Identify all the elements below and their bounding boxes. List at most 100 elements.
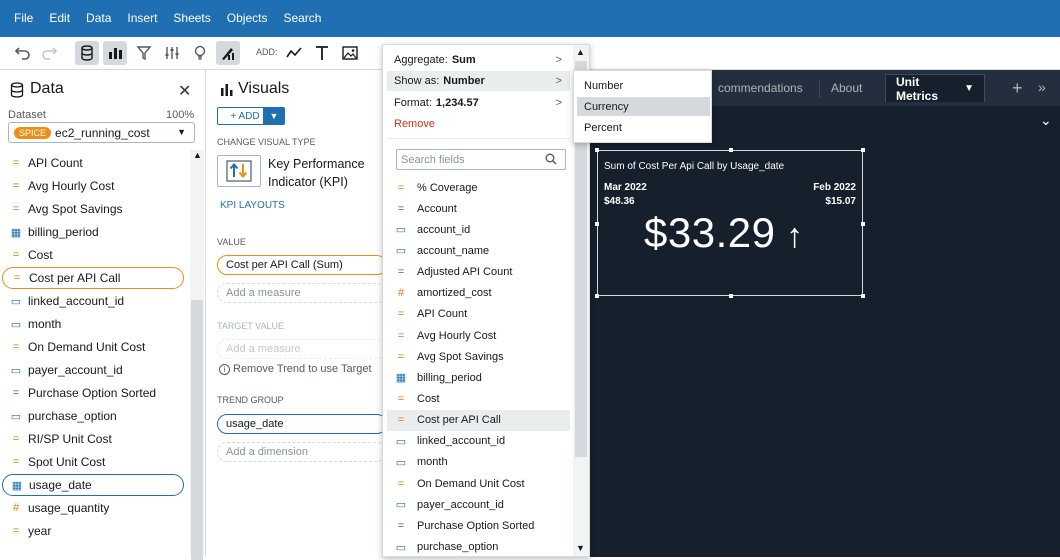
field-item[interactable]: = Avg Spot Savings bbox=[2, 198, 184, 220]
number-icon: # bbox=[397, 287, 405, 300]
add-text-icon[interactable] bbox=[310, 41, 334, 65]
scroll-up-icon[interactable]: ▲ bbox=[576, 47, 585, 57]
dataset-select[interactable]: SPICE ec2_running_cost ▼ bbox=[8, 122, 195, 143]
add-visual-dropdown-button[interactable]: ▼ bbox=[263, 107, 285, 125]
menu-show-as[interactable]: Show as: Number > bbox=[387, 71, 570, 91]
resize-handle[interactable] bbox=[861, 148, 865, 152]
show-as-option-number[interactable]: Number bbox=[577, 76, 710, 95]
menu-field-item[interactable]: ▭ purchase_option bbox=[387, 537, 570, 558]
tab-about[interactable]: About bbox=[821, 74, 872, 102]
resize-handle[interactable] bbox=[595, 222, 599, 226]
menu-edit[interactable]: Edit bbox=[41, 0, 78, 37]
menu-format[interactable]: Format: 1,234.57 > bbox=[387, 93, 570, 113]
menu-field-item[interactable]: ▭ linked_account_id bbox=[387, 431, 570, 452]
menu-field-item[interactable]: = % Coverage bbox=[387, 177, 570, 198]
field-item[interactable]: = On Demand Unit Cost bbox=[2, 336, 184, 358]
menu-field-item[interactable]: = Avg Spot Savings bbox=[387, 346, 570, 367]
field-item[interactable]: ▭ payer_account_id bbox=[2, 359, 184, 381]
menu-sheets[interactable]: Sheets bbox=[165, 0, 218, 37]
close-icon[interactable]: ✕ bbox=[178, 81, 191, 101]
add-dimension-well[interactable]: Add a dimension bbox=[217, 442, 387, 462]
field-item[interactable]: = Spot Unit Cost bbox=[2, 451, 184, 473]
field-item[interactable]: # usage_quantity bbox=[2, 497, 184, 519]
trend-field-well[interactable]: usage_date bbox=[217, 414, 387, 434]
data-panel-scrollbar[interactable]: ▲ bbox=[190, 150, 204, 560]
menu-field-item[interactable]: = Cost per API Call bbox=[387, 409, 570, 431]
insights-icon[interactable] bbox=[188, 41, 212, 65]
parameters-icon[interactable] bbox=[160, 41, 184, 65]
calendar-icon: ▦ bbox=[10, 226, 22, 239]
resize-handle[interactable] bbox=[861, 294, 865, 298]
menu-file[interactable]: File bbox=[6, 0, 41, 37]
menu-field-item[interactable]: = Adjusted API Count bbox=[387, 262, 570, 283]
tab-unit-metrics[interactable]: Unit Metrics ▼ bbox=[885, 74, 985, 103]
add-measure-well[interactable]: Add a measure bbox=[217, 283, 387, 303]
menu-objects[interactable]: Objects bbox=[219, 0, 276, 37]
kpi-layouts-link[interactable]: KPI LAYOUTS bbox=[220, 200, 285, 211]
kpi-main-value: $33.29 bbox=[644, 209, 776, 256]
resize-handle[interactable] bbox=[595, 148, 599, 152]
field-item[interactable]: = Purchase Option Sorted bbox=[2, 382, 184, 404]
measure-icon: = bbox=[12, 249, 20, 261]
dimension-icon: ▭ bbox=[10, 364, 22, 377]
menu-field-item[interactable]: # amortized_cost bbox=[387, 283, 570, 304]
resize-handle[interactable] bbox=[861, 222, 865, 226]
database-icon[interactable] bbox=[75, 41, 99, 65]
menu-search[interactable]: Search bbox=[275, 0, 329, 37]
menu-insert[interactable]: Insert bbox=[119, 0, 165, 37]
resize-handle[interactable] bbox=[729, 148, 733, 152]
search-fields-input[interactable] bbox=[396, 149, 566, 170]
kpi-visual-type-button[interactable] bbox=[217, 155, 261, 187]
add-line-chart-icon[interactable] bbox=[282, 41, 306, 65]
field-label: year bbox=[28, 524, 52, 538]
field-item[interactable]: = RI/SP Unit Cost bbox=[2, 428, 184, 450]
add-image-icon[interactable] bbox=[338, 41, 362, 65]
field-item[interactable]: = API Count bbox=[2, 152, 184, 174]
chevron-down-icon[interactable]: ⌄ bbox=[1040, 112, 1052, 129]
kpi-visual[interactable]: Sum of Cost Per Api Call by Usage_date M… bbox=[595, 148, 865, 298]
add-sheet-icon[interactable]: + bbox=[1012, 78, 1023, 99]
field-item[interactable]: ▦ usage_date bbox=[2, 474, 184, 496]
format-visual-icon[interactable] bbox=[216, 41, 240, 65]
scroll-down-icon[interactable]: ▼ bbox=[576, 543, 585, 553]
field-item[interactable]: = year bbox=[2, 520, 184, 542]
value-field-well[interactable]: Cost per API Call (Sum) bbox=[217, 255, 387, 275]
field-item[interactable]: = Cost per API Call bbox=[2, 267, 184, 289]
undo-icon[interactable] bbox=[10, 41, 34, 65]
chevron-right-icon: > bbox=[555, 75, 562, 87]
show-as-option-percent[interactable]: Percent bbox=[577, 118, 710, 137]
field-item[interactable]: ▦ billing_period bbox=[2, 221, 184, 243]
field-item[interactable]: ▭ linked_account_id bbox=[2, 290, 184, 312]
menu-data[interactable]: Data bbox=[78, 0, 119, 37]
menu-field-item[interactable]: ▭ month bbox=[387, 452, 570, 473]
menu-field-item[interactable]: ▭ account_id bbox=[387, 219, 570, 240]
scrollbar-thumb[interactable] bbox=[191, 300, 203, 560]
double-chevron-right-icon[interactable]: » bbox=[1038, 79, 1046, 95]
menu-field-item[interactable]: = On Demand Unit Cost bbox=[387, 473, 570, 494]
menu-remove[interactable]: Remove bbox=[387, 114, 570, 134]
menu-field-item[interactable]: = Cost bbox=[387, 389, 570, 410]
menu-aggregate[interactable]: Aggregate: Sum > bbox=[387, 50, 570, 70]
field-item[interactable]: = Cost bbox=[2, 244, 184, 266]
field-item[interactable]: ▭ month bbox=[2, 313, 184, 335]
menu-field-item[interactable]: = API Count bbox=[387, 304, 570, 325]
show-as-option-currency[interactable]: Currency bbox=[577, 97, 710, 116]
resize-handle[interactable] bbox=[595, 294, 599, 298]
menu-field-item[interactable]: = Account bbox=[387, 198, 570, 219]
chevron-down-icon[interactable]: ▼ bbox=[964, 83, 974, 94]
filter-icon[interactable] bbox=[132, 41, 156, 65]
redo-icon[interactable] bbox=[38, 41, 62, 65]
dimension-icon: ▭ bbox=[10, 295, 22, 308]
menu-field-item[interactable]: = Purchase Option Sorted bbox=[387, 515, 570, 536]
field-item[interactable]: = Avg Hourly Cost bbox=[2, 175, 184, 197]
scroll-up-icon[interactable]: ▲ bbox=[193, 150, 202, 160]
visuals-icon[interactable] bbox=[103, 41, 127, 65]
tab-recommendations[interactable]: commendations bbox=[708, 74, 813, 102]
measure-icon: = bbox=[12, 180, 20, 192]
menu-field-item[interactable]: = Avg Hourly Cost bbox=[387, 325, 570, 346]
menu-field-item[interactable]: ▦ billing_period bbox=[387, 367, 570, 388]
menu-field-item[interactable]: ▭ payer_account_id bbox=[387, 494, 570, 515]
menu-field-item[interactable]: ▭ account_name bbox=[387, 240, 570, 261]
resize-handle[interactable] bbox=[729, 294, 733, 298]
field-item[interactable]: ▭ purchase_option bbox=[2, 405, 184, 427]
